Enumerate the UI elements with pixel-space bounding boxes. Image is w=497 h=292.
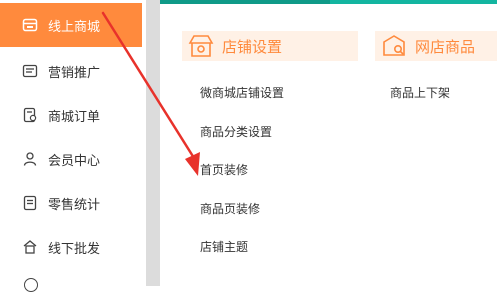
sidebar-item-label: 会员中心 xyxy=(48,153,101,169)
sidebar-item-online-mall[interactable]: 线上商城 xyxy=(0,3,142,47)
member-icon xyxy=(22,151,38,167)
link-category-settings[interactable]: 商品分类设置 xyxy=(200,123,272,140)
top-accent-bar-active xyxy=(160,0,330,4)
sidebar-item-members[interactable]: 会员中心 xyxy=(0,137,142,181)
sidebar-scrollbar[interactable] xyxy=(146,0,160,286)
link-shop-settings[interactable]: 微商城店铺设置 xyxy=(200,84,284,101)
link-shop-theme[interactable]: 店铺主题 xyxy=(200,238,248,255)
statistics-icon xyxy=(22,195,38,211)
panel-header-online-goods: 网店商品 xyxy=(375,31,497,61)
sidebar-item-label: 零售统计 xyxy=(48,197,101,213)
sidebar-item-label: 营销推广 xyxy=(48,65,101,81)
panel-title: 网店商品 xyxy=(415,37,476,56)
sidebar: 线上商城 营销推广 商城订单 会员中心 零售统计 线下批发 xyxy=(0,0,146,292)
promotion-icon xyxy=(22,63,38,79)
link-product-page-decoration[interactable]: 商品页装修 xyxy=(200,200,260,217)
link-product-listing[interactable]: 商品上下架 xyxy=(390,84,450,101)
sidebar-item-label: 线下批发 xyxy=(48,241,101,257)
link-homepage-decoration[interactable]: 首页装修 xyxy=(200,161,248,178)
sidebar-item-marketing[interactable]: 营销推广 xyxy=(0,49,142,93)
shop-settings-icon xyxy=(186,32,216,60)
panel-header-shop-settings: 店铺设置 xyxy=(182,31,358,61)
online-goods-icon xyxy=(379,32,409,60)
sidebar-item-label: 商城订单 xyxy=(48,109,101,125)
sidebar-item-orders[interactable]: 商城订单 xyxy=(0,93,142,137)
panel-title: 店铺设置 xyxy=(222,37,283,56)
order-icon xyxy=(22,107,38,123)
store-icon xyxy=(22,17,38,33)
sidebar-item-wholesale[interactable]: 线下批发 xyxy=(0,225,142,269)
wholesale-icon xyxy=(22,239,38,255)
sidebar-item-label: 线上商城 xyxy=(48,19,101,35)
sidebar-item-retail-stats[interactable]: 零售统计 xyxy=(0,181,142,225)
sidebar-item-partial[interactable] xyxy=(24,278,38,292)
